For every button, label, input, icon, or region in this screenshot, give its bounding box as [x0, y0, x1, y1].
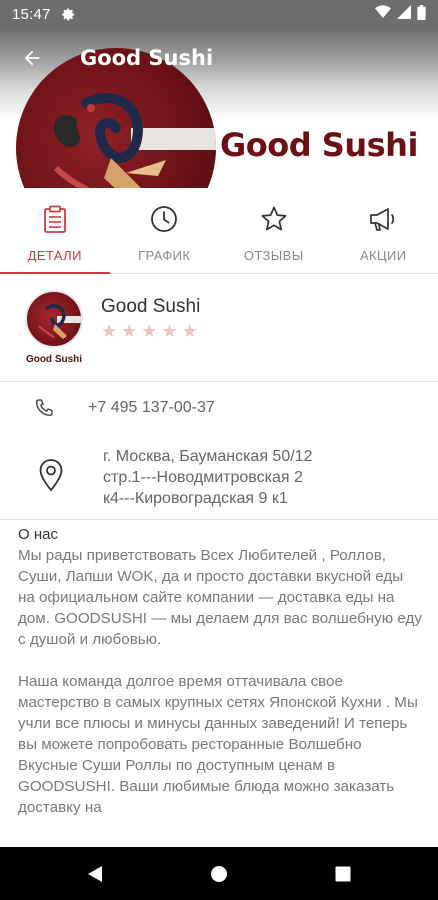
status-bar: 15:47 — [0, 0, 438, 28]
tab-label: ОТЗЫВЫ — [243, 248, 304, 263]
wifi-icon — [375, 5, 391, 23]
address-line: к4---Кировоградская 9 к1 — [103, 490, 288, 507]
app-bar: Good Sushi — [0, 42, 438, 74]
tab-bar: ДЕТАЛИ ГРАФИК ОТЗЫВЫ АКЦИИ — [0, 188, 438, 274]
star-empty-icon: ★ — [141, 321, 158, 341]
address-text: г. Москва, Бауманская 50/12 стр.1---Ново… — [103, 446, 312, 509]
phone-row[interactable]: +7 495 137-00-37 — [0, 382, 438, 436]
tab-details[interactable]: ДЕТАЛИ — [0, 188, 110, 274]
about-section: О нас Мы рады приветствовать Всех Любите… — [18, 524, 424, 818]
nav-home-icon[interactable] — [207, 862, 231, 886]
business-name: Good Sushi — [101, 296, 201, 317]
location-pin-icon — [38, 458, 64, 497]
tab-schedule[interactable]: ГРАФИК — [110, 188, 220, 273]
about-heading: О нас — [18, 526, 58, 543]
battery-icon — [417, 4, 426, 24]
status-time: 15:47 — [12, 5, 51, 23]
phone-number[interactable]: +7 495 137-00-37 — [88, 399, 215, 417]
star-icon — [260, 204, 288, 234]
star-empty-icon: ★ — [161, 321, 178, 341]
page-title: Good Sushi — [80, 46, 214, 70]
signal-icon — [397, 5, 411, 23]
tab-label: ДЕТАЛИ — [27, 248, 82, 263]
megaphone-icon — [368, 204, 398, 234]
address-row[interactable]: г. Москва, Бауманская 50/12 стр.1---Ново… — [0, 436, 438, 520]
star-empty-icon: ★ — [101, 321, 118, 341]
star-empty-icon: ★ — [121, 321, 138, 341]
banner-brand-text: Good Sushi — [220, 126, 418, 164]
tab-promotions[interactable]: АКЦИИ — [329, 188, 438, 273]
tab-label: АКЦИИ — [359, 248, 407, 263]
clipboard-icon — [43, 204, 67, 234]
gear-icon — [61, 7, 76, 22]
logo-caption: Good Sushi — [25, 354, 83, 365]
tab-label: ГРАФИК — [138, 248, 191, 263]
business-card: Good Sushi Good Sushi ★ ★ ★ ★ ★ — [0, 274, 438, 382]
tab-reviews[interactable]: ОТЗЫВЫ — [219, 188, 329, 273]
about-paragraph: Мы рады приветствовать Всех Любителей , … — [18, 547, 422, 648]
address-line: г. Москва, Бауманская 50/12 — [103, 448, 313, 465]
phone-icon — [34, 398, 54, 423]
about-paragraph: Наша команда долгое время оттачивала сво… — [18, 673, 418, 816]
clock-icon — [150, 204, 178, 234]
rating-stars: ★ ★ ★ ★ ★ — [101, 322, 198, 340]
back-arrow-icon[interactable] — [18, 44, 46, 72]
logo-emblem-image — [25, 290, 83, 348]
star-empty-icon: ★ — [181, 321, 198, 341]
nav-recents-icon[interactable] — [331, 862, 355, 886]
system-nav-bar — [0, 847, 438, 900]
business-logo: Good Sushi — [22, 290, 86, 365]
nav-back-icon[interactable] — [83, 862, 107, 886]
header: Good Sushi Good Sushi — [0, 28, 438, 188]
address-line: стр.1---Новодмитровская 2 — [103, 469, 303, 486]
